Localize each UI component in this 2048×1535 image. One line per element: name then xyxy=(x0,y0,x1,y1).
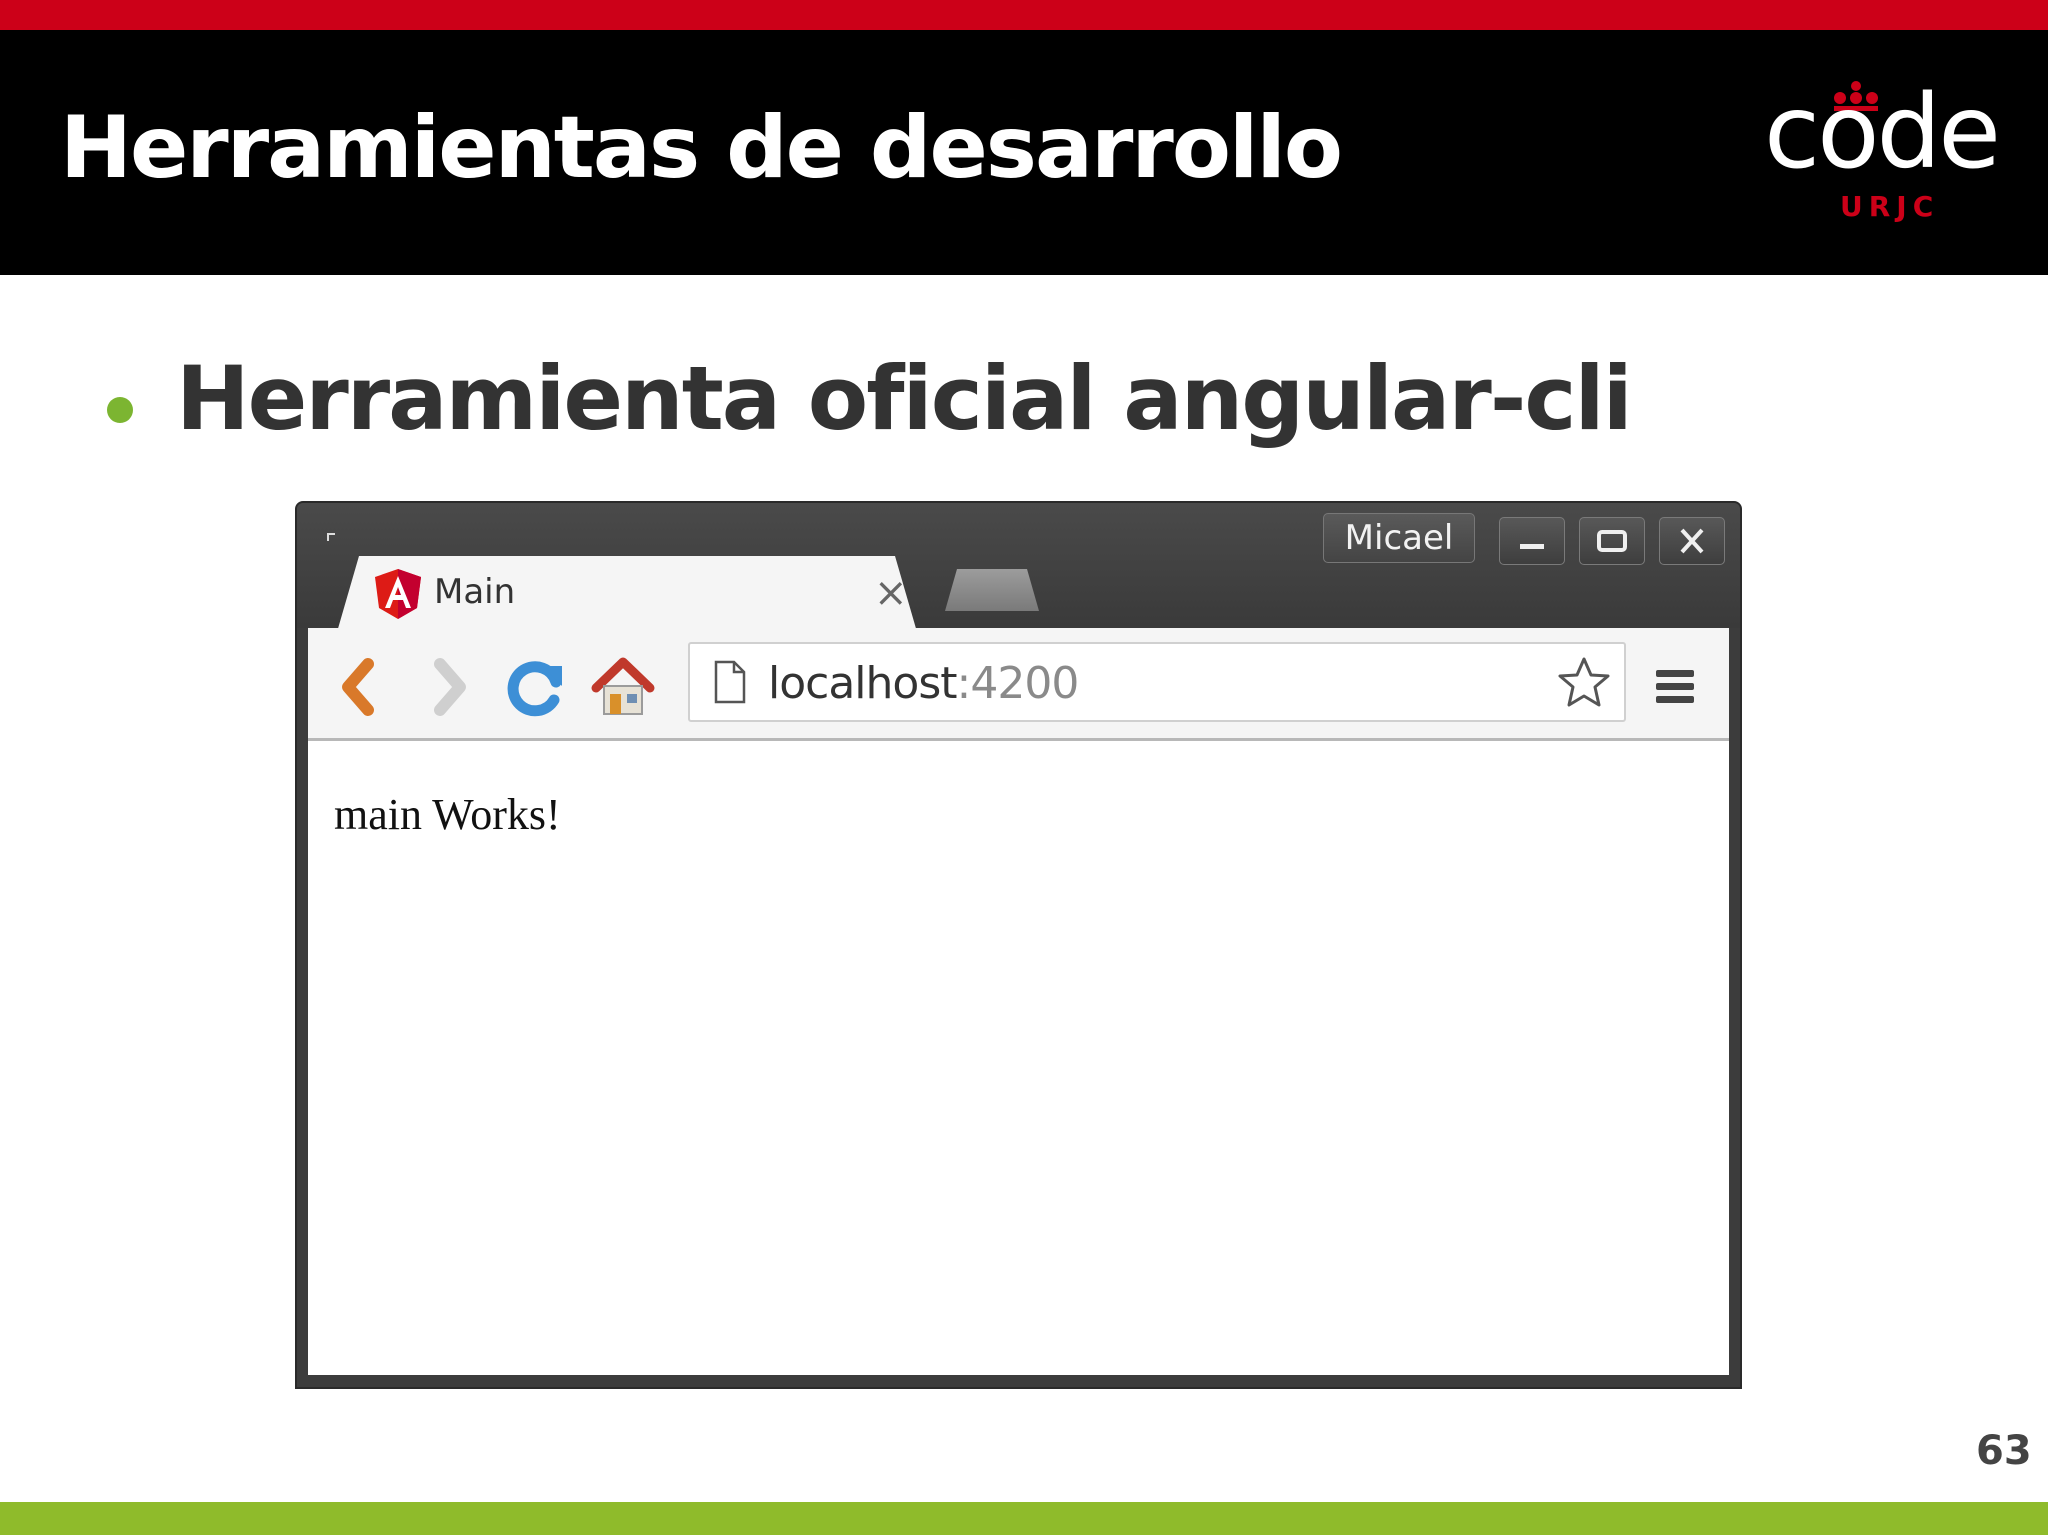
browser-tab-main[interactable]: Main × xyxy=(337,556,917,632)
tab-close-icon[interactable]: × xyxy=(874,570,908,616)
window-corner-icon xyxy=(327,533,335,541)
reload-icon[interactable] xyxy=(504,654,570,720)
page-icon xyxy=(714,660,746,704)
url-host: localhost xyxy=(768,658,958,709)
menu-icon[interactable] xyxy=(1642,654,1708,720)
browser-titlebar: Micael Main × xyxy=(297,503,1740,632)
forward-arrow-icon[interactable] xyxy=(416,654,482,720)
profile-button[interactable]: Micael xyxy=(1323,513,1475,563)
close-window-button[interactable] xyxy=(1659,517,1725,565)
top-accent-bar xyxy=(0,0,2048,30)
maximize-icon xyxy=(1597,530,1627,552)
new-tab-button[interactable] xyxy=(945,569,1039,611)
back-arrow-icon[interactable] xyxy=(328,654,394,720)
slide-title: Herramientas de desarrollo xyxy=(60,98,1343,198)
url-text: localhost:4200 xyxy=(768,658,1080,709)
page-number: 63 xyxy=(1976,1428,2032,1474)
bullet-dot xyxy=(107,397,133,423)
maximize-button[interactable] xyxy=(1579,517,1645,565)
browser-toolbar: localhost:4200 xyxy=(308,628,1729,741)
page-content-text: main Works! xyxy=(334,790,561,839)
tab-title: Main xyxy=(434,572,516,612)
bottom-accent-bar xyxy=(0,1502,2048,1535)
code-urjc-logo: code URJC xyxy=(1760,73,2001,223)
close-icon xyxy=(1680,528,1704,554)
minimize-icon xyxy=(1520,544,1544,549)
browser-viewport: main Works! xyxy=(308,741,1729,1375)
minimize-button[interactable] xyxy=(1499,517,1565,565)
logo-subtext: URJC xyxy=(1840,190,1940,223)
home-icon[interactable] xyxy=(590,654,656,720)
angular-icon xyxy=(375,569,421,619)
address-bar[interactable]: localhost:4200 xyxy=(688,642,1626,722)
bullet-text: Herramienta oficial angular-cli xyxy=(176,347,1633,450)
bookmark-star-icon[interactable] xyxy=(1556,656,1612,710)
browser-window: Micael Main × localhost:4200 main Works! xyxy=(297,503,1740,1387)
logo-word: code xyxy=(1764,73,2001,192)
url-port: :4200 xyxy=(956,658,1080,709)
